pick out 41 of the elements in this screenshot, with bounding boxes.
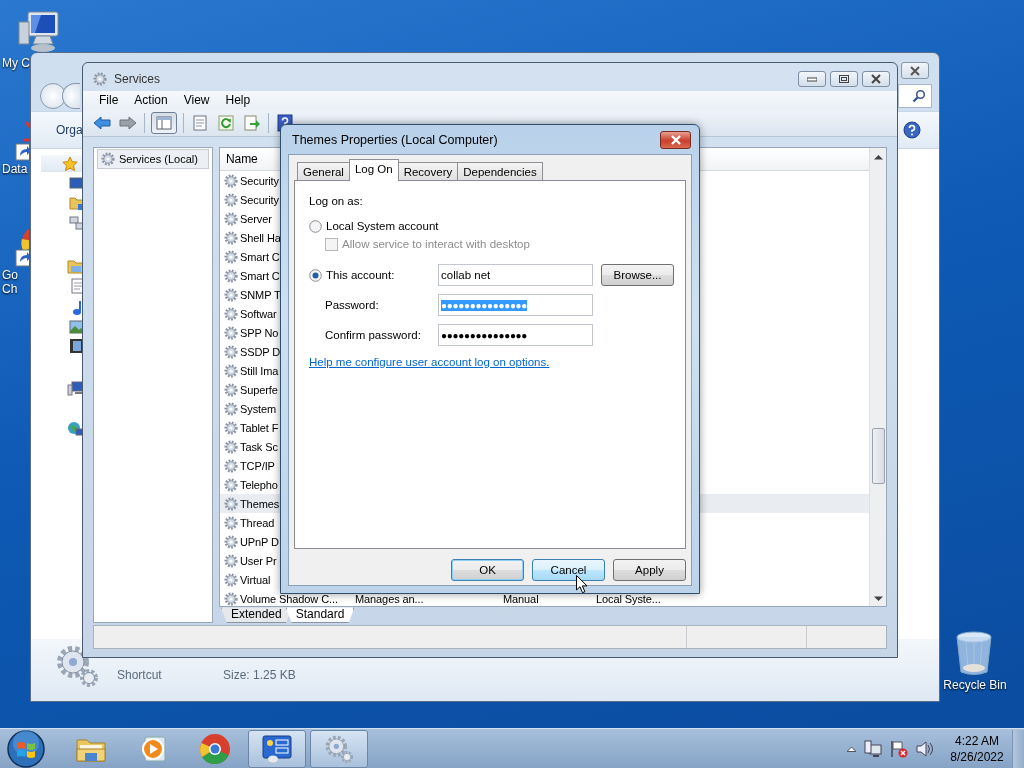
- table-cell: Smart C: [240, 270, 280, 282]
- table-cell: SPP No: [240, 327, 279, 339]
- field-label: Password:: [324, 299, 380, 311]
- table-cell: Tablet F: [240, 422, 279, 434]
- field-label: Confirm password:: [324, 329, 422, 341]
- table-cell: Superfe: [240, 384, 278, 396]
- table-cell: Thread: [240, 517, 275, 529]
- table-cell: SSDP D: [240, 346, 281, 358]
- option-label: This account:: [326, 269, 395, 281]
- table-cell: UPnP D: [240, 536, 279, 548]
- table-cell: Shell Ha: [240, 232, 281, 244]
- table-cell: Still Ima: [240, 365, 279, 377]
- table-cell: Volume Shadow C...: [240, 593, 338, 605]
- table-cell: Smart C: [240, 251, 280, 263]
- file-type: Shortcut: [117, 668, 163, 682]
- icon-label: My C: [1, 56, 30, 70]
- option-label: Allow service to interact with desktop: [342, 238, 530, 250]
- table-cell: Server: [240, 213, 272, 225]
- table-cell: User Pr: [240, 555, 277, 567]
- table-cell: Themes: [240, 498, 280, 510]
- table-cell-text: Manages an...: [354, 593, 424, 605]
- dialog-title: Themes Properties (Local Computer): [292, 132, 499, 147]
- icon-label: Ch: [1, 282, 18, 296]
- table-cell: Telepho: [240, 479, 278, 491]
- table-cell-text: Manual: [502, 593, 539, 605]
- icon-label: Go: [1, 268, 18, 282]
- icon-label: Data: [1, 162, 28, 176]
- table-cell: TCP/IP: [240, 460, 275, 472]
- icon-label: Recycle Bin: [942, 678, 1007, 692]
- table-cell: Security: [240, 175, 279, 187]
- table-cell: Task Sc: [240, 441, 278, 453]
- table-cell: System: [240, 403, 277, 415]
- table-cell: SNMP T: [240, 289, 281, 301]
- table-cell-text: Local Syste...: [595, 593, 661, 605]
- window-title: Services: [114, 71, 160, 87]
- table-cell: Security: [240, 194, 279, 206]
- file-size: Size: 1.25 KB: [223, 668, 296, 682]
- option-label: Local System account: [326, 220, 439, 232]
- table-cell: Virtual: [240, 574, 271, 586]
- section-label: Log on as:: [309, 194, 364, 208]
- table-cell: Softwar: [240, 308, 277, 320]
